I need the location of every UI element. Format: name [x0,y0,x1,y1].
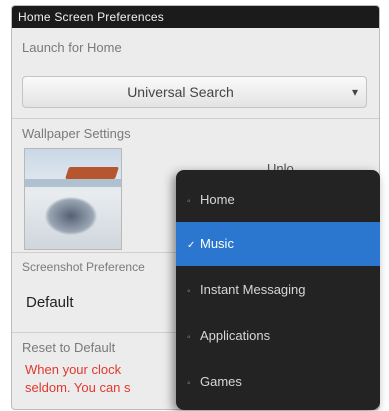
reset-hint-line2: seldom. You can s [25,380,131,395]
menu-item-label: Applications [200,328,271,343]
menu-item-label: Music [200,236,234,251]
wallpaper-section-label: Wallpaper Settings [22,126,131,141]
menu-item-label: Home [200,192,235,207]
menu-item-applications[interactable]: ◦ Applications [176,314,380,358]
orientation-value[interactable]: Default [26,294,74,311]
thumbnail-rock [45,197,97,235]
menu-item-music[interactable]: ✓ Music [176,222,380,266]
orientation-section-label: Screenshot Preference [22,260,145,274]
menu-item-instant-messaging[interactable]: ◦ Instant Messaging [176,268,380,312]
menu-item-label: Instant Messaging [200,282,306,297]
menu-item-games[interactable]: ◦ Games [176,360,380,404]
radio-icon: ◦ [187,286,191,297]
wallpaper-thumbnail[interactable] [24,148,122,250]
category-dropdown-menu: ◦ Home ✓ Music ◦ Instant Messaging ◦ Applica… [176,170,380,410]
radio-icon: ◦ [187,196,191,207]
launch-target-value: Universal Search [127,84,234,100]
thumbnail-water [25,179,121,187]
launch-section-label: Launch for Home [22,40,122,55]
menu-item-label: Games [200,374,242,389]
reset-hint-line1: When your clock [25,362,122,377]
chevron-down-icon: ▾ [351,85,358,99]
reset-label[interactable]: Reset to Default [22,340,115,355]
radio-icon: ◦ [187,378,191,389]
divider [12,118,379,119]
launch-target-combo[interactable]: Universal Search ▾ [22,76,367,108]
menu-item-home[interactable]: ◦ Home [176,178,380,222]
thumbnail-boat [65,167,119,179]
window-title: Home Screen Preferences [12,6,379,28]
checkmark-icon: ✓ [187,240,196,251]
radio-icon: ◦ [187,332,191,343]
